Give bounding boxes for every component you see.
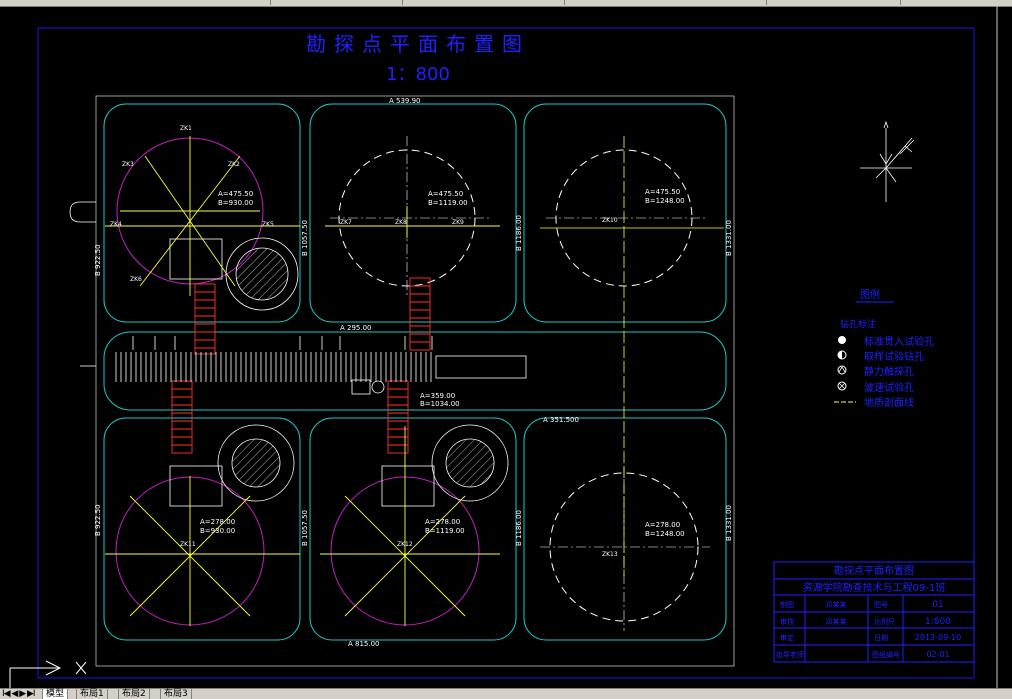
menu-segment[interactable] <box>272 0 403 5</box>
drawing-scale: 1：800 <box>386 64 450 85</box>
menu-segment[interactable] <box>0 0 271 5</box>
drawing-canvas[interactable]: 勘探点平面布置图 1：800 A 539.90 A 295.00 A 351.5… <box>0 6 1012 688</box>
coord-a: A=475.50 <box>218 190 253 198</box>
dim-v6: B 1331.00 <box>725 505 733 541</box>
legend-label: 静力触探孔 <box>864 365 914 378</box>
north-arrow-icon <box>860 120 915 202</box>
dim-bottom-mid: A 351.500 <box>543 416 579 424</box>
coord-b: B=1119.00 <box>425 527 465 535</box>
tb-value: 2013-09-10 <box>915 633 962 642</box>
coord-a: A=278.00 <box>645 521 680 529</box>
tb-label: 制图 <box>780 600 794 609</box>
coord-b: B=1248.00 <box>645 530 685 538</box>
svg-text:ZK10: ZK10 <box>602 217 618 224</box>
svg-text:ZK6: ZK6 <box>130 276 142 283</box>
legend-title: 图例 <box>860 288 880 301</box>
sheet-border <box>37 27 975 679</box>
layout-tab-bar: I◀ ◀ ▶ ▶I 模型 布局1 布局2 布局3 <box>0 688 1012 699</box>
tb-label: 图号 <box>874 601 888 609</box>
svg-text:ZK2: ZK2 <box>228 161 240 168</box>
tb-value: 01 <box>932 600 943 610</box>
tb-label: 审定 <box>780 633 794 642</box>
menu-segment[interactable] <box>780 0 901 5</box>
title-block-school: 资源学院勘查技术与工程09-1班 <box>803 581 946 594</box>
coord-b: B=930.00 <box>218 199 253 207</box>
svg-text:ZK9: ZK9 <box>452 219 464 226</box>
dim-left1: B 922.50 <box>94 244 102 276</box>
coord-a: A=475.50 <box>428 190 463 198</box>
tb-label: 比例尺 <box>874 617 895 626</box>
svg-text:ZK5: ZK5 <box>262 221 274 228</box>
tb-value: 邓某某 <box>826 618 847 626</box>
svg-text:ZK7: ZK7 <box>340 219 352 226</box>
dim-v3: B 1331.00 <box>725 220 733 256</box>
dim-v4: B 1057.50 <box>301 510 309 546</box>
legend-label: 波速试验孔 <box>864 381 914 394</box>
ucs-icon <box>9 660 87 688</box>
coord-a: A=278.00 <box>200 518 235 526</box>
title-block: 勘探点平面布置图 资源学院勘查技术与工程09-1班 制图 邓某某 图号 01 审… <box>773 561 975 663</box>
drawing-title: 勘探点平面布置图 <box>306 32 530 56</box>
dim-v1: B 1057.50 <box>301 220 309 256</box>
dim-top: A 539.90 <box>389 97 421 105</box>
dim-bottom-left: A 815.00 <box>348 640 380 648</box>
legend-label: 取样试验钻孔 <box>864 350 924 363</box>
coord-b: B=930.00 <box>200 527 235 535</box>
coord-b: B=1119.00 <box>428 199 468 207</box>
tb-value: 邓某某 <box>826 601 847 609</box>
solid-circle-icon <box>838 336 846 344</box>
tb-value: 02-01 <box>926 650 949 659</box>
title-block-title: 勘探点平面布置图 <box>834 564 914 577</box>
tb-label: 审核 <box>780 617 794 626</box>
coord-a: A=359.00 <box>420 392 455 400</box>
legend-label: 标准贯入试验孔 <box>864 335 934 348</box>
coord-b: B=1248.00 <box>645 197 685 205</box>
svg-text:ZK11: ZK11 <box>180 541 196 548</box>
svg-text:ZK4: ZK4 <box>110 221 122 228</box>
svg-text:ZK3: ZK3 <box>122 161 134 168</box>
svg-text:ZK1: ZK1 <box>180 125 192 132</box>
road-notch <box>69 201 96 223</box>
tb-value: 1:800 <box>925 617 951 627</box>
menu-segment[interactable] <box>566 0 767 5</box>
legend-subtitle: 钻孔标注 <box>840 318 876 330</box>
dim-v5: B 1186.00 <box>515 510 523 546</box>
legend: 图例 钻孔标注 标准贯入试验孔 取样试验钻孔 静力触探孔 波速试验孔 地质剖面线 <box>834 288 934 409</box>
tb-label: 日期 <box>874 634 888 642</box>
coord-b: B=1034.00 <box>420 400 460 408</box>
svg-text:ZK12: ZK12 <box>397 541 413 548</box>
road-network <box>103 103 727 641</box>
svg-text:ZK8: ZK8 <box>395 219 407 226</box>
dim-v2: B 1186.00 <box>515 215 523 251</box>
svg-text:ZK13: ZK13 <box>602 551 618 558</box>
dim-left2: B 922.50 <box>94 504 102 536</box>
coord-a: A=475.50 <box>645 188 680 196</box>
coord-a: A=278.00 <box>425 518 460 526</box>
dim-mid-left: A 295.00 <box>340 324 372 332</box>
tb-label: 指导老师 <box>776 650 804 659</box>
menu-segment[interactable] <box>404 0 565 5</box>
tb-label: 图纸编号 <box>872 650 900 659</box>
legend-label: 地质剖面线 <box>864 396 914 409</box>
